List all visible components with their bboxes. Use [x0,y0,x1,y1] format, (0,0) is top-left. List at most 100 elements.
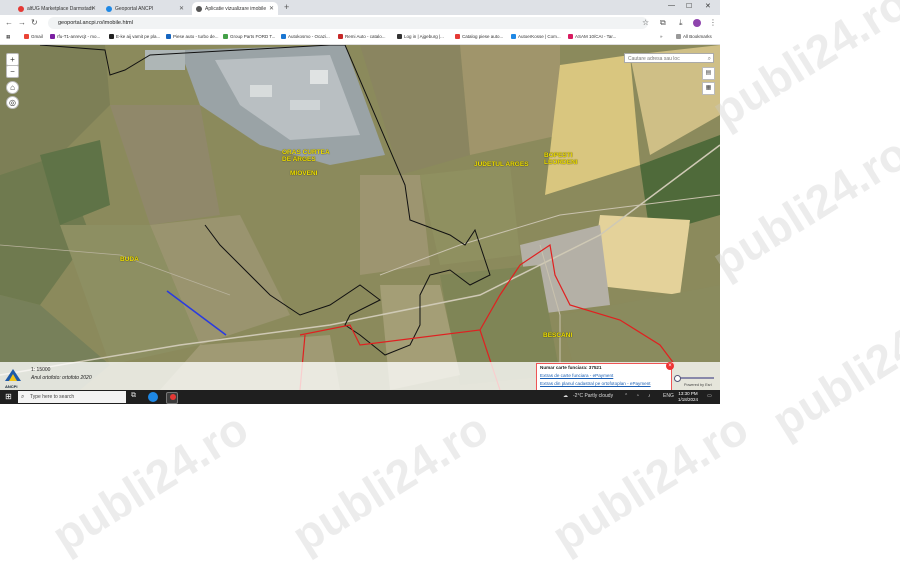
windows-start-icon[interactable]: ⊞ [5,392,12,401]
map-view[interactable]: + − ⌂ ◎ Cautare adresa sau loc ⌕ ▤ ▦ ORA… [0,45,720,390]
home-icon[interactable]: ⌂ [6,81,19,94]
tab-favicon-icon [106,5,112,12]
bookmark-label: Log in | Ajgeburg |... [404,34,444,39]
bookmark-item[interactable]: Log in | Ajgeburg |... [397,34,444,39]
search-icon[interactable]: ⌕ [708,54,711,64]
tab-favicon-icon [18,5,24,12]
download-icon[interactable]: ⤓ [679,18,683,28]
scale-text: 1: 15000 [31,367,51,373]
address-toolbar: ← → ↻ geoportal.ancpi.ro/imobile.html ☆ … [0,15,720,32]
ortho-year-text: Anul ortofoto: ortofoto 2020 [31,375,92,381]
all-bookmarks[interactable]: All Bookmarks [676,34,712,39]
bookmark-item[interactable]: Gmail [24,34,43,39]
extras-cf-link[interactable]: Extras de carte funciara - ePayment [537,372,671,380]
system-clock[interactable]: 13:30 PM 1/18/2024 [678,391,698,403]
bookmark-item[interactable]: rfu-T1-anrevcjt - mo... [50,34,100,39]
back-icon[interactable]: ← [5,18,13,27]
bookmark-favicon-icon [455,34,460,39]
notification-icon[interactable]: ▭ [707,393,712,399]
parcel-popup: Numar carte funciara: 37521 Extras de ca… [536,363,672,391]
tab-geoportal[interactable]: Geoportal ANCPI ✕ [102,2,188,15]
bookmark-favicon-icon [24,34,29,39]
tab-imobile[interactable]: Aplicatie vizualizare imobile ✕ [192,2,278,15]
volume-icon[interactable]: ♪ [648,393,651,399]
bookmark-favicon-icon [511,34,516,39]
bookmark-overflow-icon[interactable]: » [660,34,663,39]
watermark: publi24.ro [542,401,757,563]
bookmark-label: Group Parts FORD T... [230,34,276,39]
bookmark-item[interactable]: E-ke aij vamit pe pla... [109,34,160,39]
map-label: BUDA [120,256,139,263]
search-placeholder: Cautare adresa sau loc [628,56,680,62]
bookmark-label: AutoerKosse | Com... [518,34,561,39]
watermark: publi24.ro [282,401,497,563]
bookmark-item[interactable]: Piese auto - turbo de... [166,34,219,39]
watermark: publi24.ro [702,126,900,288]
bookmark-favicon-icon [568,34,573,39]
extensions-icon[interactable]: ⧉ [660,18,666,28]
satellite-imagery [0,45,720,390]
task-view-icon[interactable]: ⧉ [131,392,136,400]
url-text: geoportal.ancpi.ro/imobile.html [58,20,133,26]
zoom-out-button[interactable]: − [6,65,19,78]
carte-funciara-number: Numar carte funciara: 37521 [540,365,602,370]
bookmark-label: ASAM 10/CAI - Tar... [575,34,617,39]
close-tab-icon[interactable]: ✕ [91,5,96,12]
extras-plan-link[interactable]: Extras din planul cadastral pe ortofotop… [537,380,671,388]
bookmarks-bar: ▦ Gmail rfu-T1-anrevcjt - mo... E-ke aij… [0,32,720,45]
bookmark-favicon-icon [338,34,343,39]
bookmark-item[interactable]: AutoerKosse | Com... [511,34,561,39]
bookmark-star-icon[interactable]: ☆ [642,18,649,27]
new-tab-button[interactable]: + [284,2,289,12]
map-search-input[interactable]: Cautare adresa sau loc ⌕ [624,53,714,63]
popup-close-icon[interactable]: × [666,362,674,370]
close-tab-icon[interactable]: ✕ [269,5,274,12]
weather-icon[interactable]: ☁ [563,393,568,399]
layers-icon[interactable]: ▤ [702,67,715,80]
transparency-slider[interactable] [674,375,714,382]
tab-label: altUG Marketplace Darmstadt [27,5,93,12]
map-label: BOPESTI LEORDENI [544,152,578,166]
locate-icon[interactable]: ◎ [6,96,19,109]
taskbar-search-input[interactable]: ⌕ Type here to search [18,391,126,403]
bookmark-item[interactable]: Autokosmo - Ocazi... [281,34,330,39]
clock-date: 1/18/2024 [678,397,699,402]
bookmark-label: Remi Auto - catalo... [345,34,386,39]
bookmark-label: rfu-T1-anrevcjt - mo... [57,34,101,39]
reload-icon[interactable]: ↻ [31,18,38,27]
search-placeholder: Type here to search [30,394,75,400]
bookmark-item[interactable]: Remi Auto - catalo... [338,34,386,39]
avatar[interactable] [693,19,701,27]
screenshot: altUG Marketplace Darmstadt ✕ Geoportal … [0,0,720,404]
close-tab-icon[interactable]: ✕ [179,5,184,12]
bookmark-label: Piese auto - turbo de... [173,34,219,39]
apps-grid-icon[interactable]: ▦ [6,34,10,40]
map-label: MIOVENI [290,170,318,177]
close-window-icon[interactable]: ✕ [705,2,711,10]
chrome-logo-icon [170,394,176,400]
bookmark-favicon-icon [223,34,228,39]
bookmark-label: E-ke aij vamit pe pla... [116,34,161,39]
bookmark-item[interactable]: Group Parts FORD T... [223,34,275,39]
tray-chevron-icon[interactable]: ⌃ [624,393,628,399]
maximize-icon[interactable]: ☐ [686,2,692,10]
forward-icon[interactable]: → [18,18,26,27]
bookmark-label: Catalog piese auto... [462,34,504,39]
language-indicator[interactable]: ENG [663,393,674,399]
minimize-icon[interactable]: — [668,2,675,9]
map-label: JUDETUL ARGES [474,161,529,168]
weather-text[interactable]: -2°C Partly cloudy [573,393,613,399]
bookmark-item[interactable]: Catalog piese auto... [455,34,503,39]
network-icon[interactable]: ◔ [636,393,639,399]
bookmark-item[interactable]: ASAM 10/CAI - Tar... [568,34,616,39]
menu-icon[interactable]: ⋮ [709,18,717,27]
bookmark-favicon-icon [166,34,171,39]
tab-marketplace[interactable]: altUG Marketplace Darmstadt ✕ [14,2,100,15]
bookmark-favicon-icon [50,34,55,39]
attribution-text: Powered by Esri [684,383,712,387]
slider-handle[interactable] [674,375,681,382]
url-bar[interactable]: geoportal.ancpi.ro/imobile.html [48,17,648,29]
edge-icon[interactable] [148,392,158,402]
taskbar: ⊞ ⌕ Type here to search ⧉ ☁ -2°C Partly … [0,390,720,404]
search-icon: ⌕ [21,394,25,400]
